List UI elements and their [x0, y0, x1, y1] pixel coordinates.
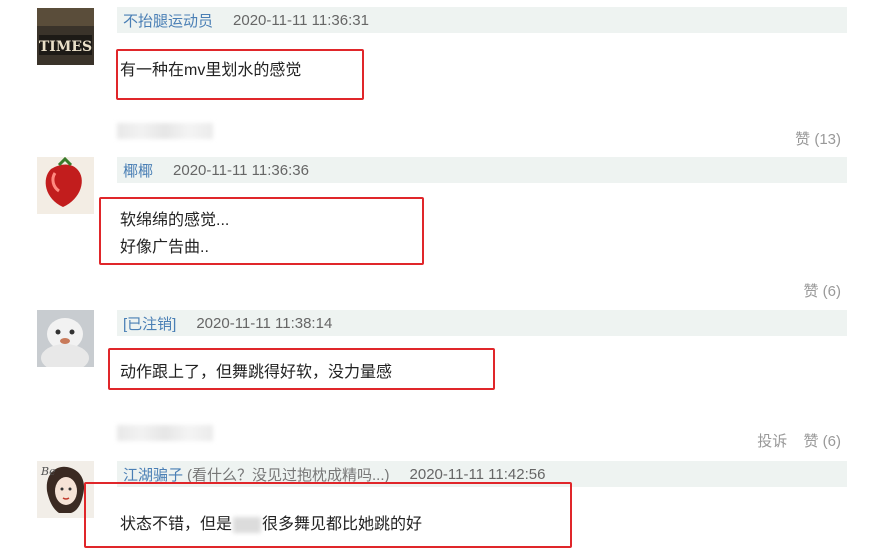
comment-timestamp: 2020-11-11 11:36:36: [173, 161, 309, 179]
avatar-image: [37, 310, 94, 367]
avatar-text: TIMES: [39, 39, 92, 55]
like-button[interactable]: 赞 (6): [803, 433, 841, 450]
username-link[interactable]: [已注销]: [123, 313, 176, 334]
comment-header: 不抬腿运动员 2020-11-11 11:36:31: [117, 7, 847, 33]
comment-footer: 赞 (13): [783, 128, 841, 149]
avatar-image: [37, 157, 94, 214]
avatar[interactable]: TIMES: [37, 8, 94, 65]
highlight-box: [99, 197, 424, 265]
username-link[interactable]: 不抬腿运动员: [123, 10, 213, 31]
redacted-region: [117, 123, 213, 139]
like-button[interactable]: 赞 (13): [795, 131, 841, 148]
avatar[interactable]: [37, 310, 94, 367]
username-link[interactable]: 椰椰: [123, 160, 153, 181]
svg-text:Be: Be: [40, 465, 56, 478]
comment-timestamp: 2020-11-11 11:42:56: [409, 465, 546, 483]
like-button[interactable]: 赞 (6): [803, 283, 841, 300]
report-button[interactable]: 投诉: [757, 433, 787, 450]
highlight-box: [84, 482, 572, 548]
highlight-box: [116, 49, 364, 100]
avatar-image: TIMES: [37, 8, 94, 65]
comment-timestamp: 2020-11-11 11:38:14: [196, 314, 333, 332]
comment-footer: 赞 (6): [791, 280, 841, 301]
comment-footer: 投诉 赞 (6): [745, 430, 841, 451]
redacted-region: [117, 425, 213, 441]
comment-header: [已注销] 2020-11-11 11:38:14: [117, 310, 847, 336]
comment-header: 椰椰 2020-11-11 11:36:36: [117, 157, 847, 183]
comment-timestamp: 2020-11-11 11:36:31: [233, 11, 369, 29]
avatar[interactable]: [37, 157, 94, 214]
highlight-box: [108, 348, 495, 390]
